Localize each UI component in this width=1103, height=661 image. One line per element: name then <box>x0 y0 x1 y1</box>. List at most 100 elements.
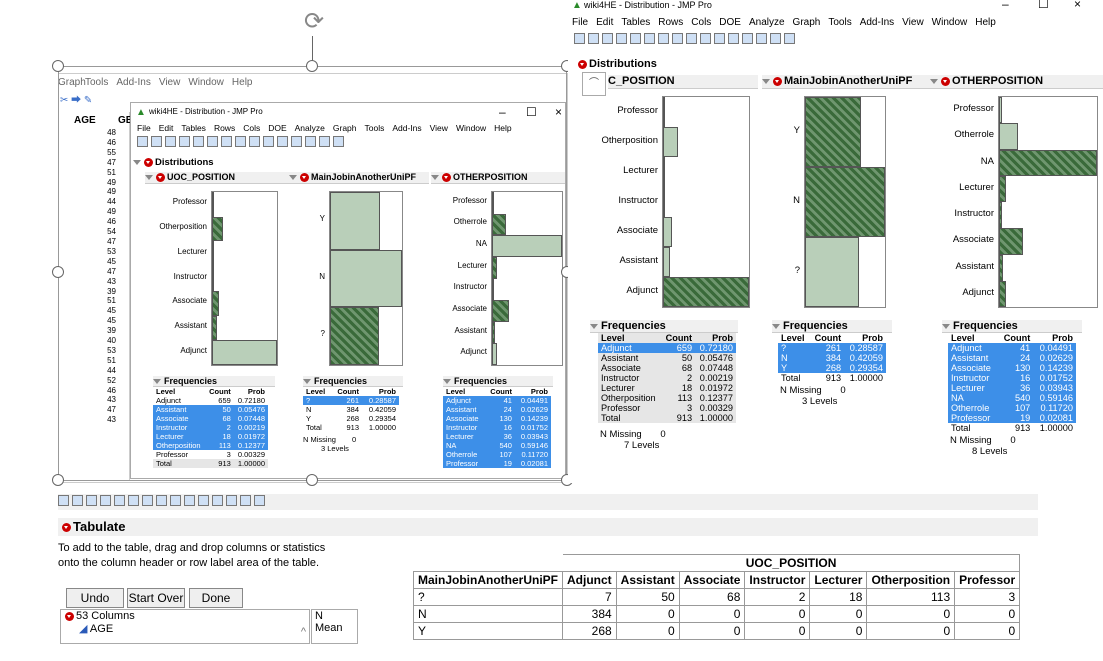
disclosure-icon[interactable] <box>303 379 311 385</box>
uoc-histogram[interactable] <box>211 191 278 366</box>
disclosure-icon[interactable] <box>145 175 153 181</box>
freq-col-header[interactable]: Count <box>809 333 844 343</box>
table-cell[interactable]: 268 <box>562 622 617 640</box>
red-triangle-icon[interactable] <box>578 59 587 69</box>
disclosure-icon[interactable] <box>590 323 598 329</box>
big-uoc-header[interactable]: C_POSITION <box>608 75 758 89</box>
histogram-bar[interactable] <box>805 167 885 237</box>
open-icon[interactable] <box>151 136 162 147</box>
red-triangle-icon[interactable] <box>300 173 309 183</box>
chart-icon[interactable] <box>235 136 246 147</box>
other-header[interactable]: OTHERPOSITION <box>431 172 565 184</box>
table-cell[interactable]: 0 <box>954 622 1021 640</box>
table-cell[interactable]: 0 <box>615 605 680 623</box>
red-triangle-icon[interactable] <box>941 76 950 86</box>
menu-doe[interactable]: DOE <box>268 123 286 133</box>
menu-doe[interactable]: DOE <box>719 17 741 28</box>
table-cell[interactable]: 384 <box>562 605 617 623</box>
histogram-bar[interactable] <box>212 216 224 242</box>
disclosure-icon[interactable] <box>153 379 161 385</box>
histogram-bar[interactable] <box>492 256 497 279</box>
freq-col-header[interactable]: Count <box>661 333 695 343</box>
shape-icon[interactable] <box>254 494 265 506</box>
quick-access-icon[interactable]: ⌒ <box>582 72 606 96</box>
freq-col-header[interactable]: Prob <box>362 387 399 396</box>
table-cell[interactable]: 68 <box>678 588 746 606</box>
help-tool-icon[interactable] <box>184 494 195 506</box>
table-cell[interactable]: 0 <box>615 622 680 640</box>
resize-handle-ml[interactable] <box>52 266 64 278</box>
save-icon[interactable] <box>165 136 176 147</box>
freq-row[interactable]: Lecturer 18 0.01972 <box>598 383 736 393</box>
freq-col-header[interactable]: Prob <box>844 333 886 343</box>
menu-analyze[interactable]: Analyze <box>749 17 785 28</box>
menu-help[interactable]: Help <box>494 123 511 133</box>
freq-row[interactable]: Associate 130 0.14239 <box>443 414 551 423</box>
freq-row[interactable]: Otherposition 113 0.12377 <box>153 441 268 450</box>
menu-tools[interactable]: Tools <box>365 123 385 133</box>
table-cell[interactable]: 50 <box>615 588 680 606</box>
freq-row[interactable]: Instructor 16 0.01752 <box>443 423 551 432</box>
freq-row[interactable]: Instructor 2 0.00219 <box>153 423 268 432</box>
table-cell[interactable]: 113 <box>866 588 956 606</box>
histogram-bar[interactable] <box>999 254 1004 281</box>
tab-col-header[interactable]: Adjunct <box>562 571 617 589</box>
freq-row[interactable]: Adjunct 41 0.04491 <box>443 396 551 405</box>
histogram-bar[interactable] <box>330 192 381 250</box>
stat-mean[interactable]: Mean <box>315 622 357 634</box>
freq-row[interactable]: Y 268 0.29354 <box>778 363 886 373</box>
cut-icon[interactable] <box>616 33 627 44</box>
big-other-histogram[interactable] <box>998 96 1098 308</box>
freq-header[interactable]: Frequencies <box>590 320 738 333</box>
histogram-bar[interactable] <box>663 247 670 277</box>
table-cell[interactable]: 0 <box>809 605 868 623</box>
other-histogram[interactable] <box>491 191 563 366</box>
freq-row[interactable]: Professor 3 0.00329 <box>153 450 268 459</box>
histogram-bar[interactable] <box>492 213 506 236</box>
freq-row[interactable]: Professor 19 0.02081 <box>948 413 1076 423</box>
histogram-bar[interactable] <box>999 97 1003 124</box>
small-distributions-header[interactable]: Distributions <box>133 157 214 168</box>
chart-icon[interactable] <box>672 33 683 44</box>
shape-icon[interactable] <box>333 136 344 147</box>
menu-file[interactable]: File <box>572 17 588 28</box>
paste-icon[interactable] <box>644 33 655 44</box>
freq-col-header[interactable]: Count <box>331 387 362 396</box>
freq-row[interactable]: Assistant 24 0.02629 <box>948 353 1076 363</box>
freq-row[interactable]: Lecturer 36 0.03943 <box>443 432 551 441</box>
tab-col-header[interactable]: Instructor <box>744 571 811 589</box>
lasso-icon[interactable] <box>291 136 302 147</box>
histogram-bar[interactable] <box>212 192 214 217</box>
red-triangle-icon[interactable] <box>65 611 74 621</box>
new-data-icon[interactable] <box>58 494 69 506</box>
freq-row[interactable]: Associate 68 0.07448 <box>598 363 736 373</box>
undo-button[interactable]: Undo <box>66 588 124 608</box>
disclosure-icon[interactable] <box>133 159 141 165</box>
histogram-bar[interactable] <box>212 315 217 341</box>
histogram-bar[interactable] <box>663 277 749 307</box>
mjob-header[interactable]: MainJobinAnotherUniPF <box>289 172 429 184</box>
histogram-bar[interactable] <box>805 97 861 167</box>
menu-rows[interactable]: Rows <box>658 17 683 28</box>
freq-header[interactable]: Frequencies <box>942 320 1082 333</box>
help-tool-icon[interactable] <box>263 136 274 147</box>
histogram-bar[interactable] <box>492 321 496 344</box>
freq-row[interactable]: Assistant 50 0.05476 <box>153 405 268 414</box>
table-cell[interactable]: 0 <box>866 622 956 640</box>
row-label[interactable]: N <box>413 605 563 623</box>
arrow-tool-icon[interactable] <box>170 494 181 506</box>
freq-row[interactable]: Adjunct 41 0.04491 <box>948 343 1076 353</box>
histogram-bar[interactable] <box>492 343 498 365</box>
zoom-icon[interactable] <box>305 136 316 147</box>
freq-row[interactable]: NA 540 0.59146 <box>948 393 1076 403</box>
freq-row[interactable]: Total 913 1.00000 <box>153 459 268 468</box>
menu-window[interactable]: Window <box>932 17 968 28</box>
column-item-age[interactable]: ◢ AGE <box>61 622 309 635</box>
disclosure-icon[interactable] <box>772 323 780 329</box>
brush-icon[interactable] <box>277 136 288 147</box>
freq-header[interactable]: Frequencies <box>772 320 892 333</box>
disclosure-icon[interactable] <box>431 175 439 181</box>
disclosure-icon[interactable] <box>443 379 451 385</box>
disclosure-icon[interactable] <box>942 323 950 329</box>
histogram-bar[interactable] <box>999 228 1023 255</box>
